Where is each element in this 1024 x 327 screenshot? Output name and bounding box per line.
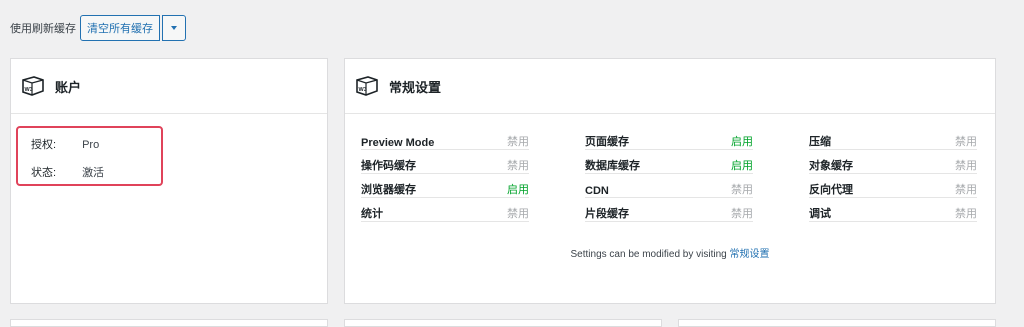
setting-name: 对象缓存	[809, 160, 853, 172]
setting-status: 启用	[507, 184, 529, 196]
setting-name: 反向代理	[809, 184, 853, 196]
setting-name: 页面缓存	[585, 136, 629, 148]
general-settings-title: 常规设置	[389, 79, 442, 95]
account-title: 账户	[55, 79, 82, 95]
setting-status: 禁用	[955, 208, 977, 220]
setting-status: 禁用	[955, 160, 977, 172]
setting-status: 禁用	[955, 136, 977, 148]
status-row: 状态: 激活	[31, 164, 104, 180]
svg-text:W3: W3	[25, 87, 33, 93]
setting-item: 页面缓存 启用	[585, 131, 753, 150]
cache-toolbar: 使用刷新缓存 清空所有缓存	[10, 14, 186, 42]
settings-footer: Settings can be modified by visiting 常规设…	[345, 245, 995, 260]
setting-status: 禁用	[507, 208, 529, 220]
setting-name: CDN	[585, 185, 609, 197]
w3-logo-icon: W3	[19, 75, 47, 97]
setting-item: 统计 禁用	[361, 203, 529, 222]
setting-item: 调试 禁用	[809, 203, 977, 222]
setting-name: Preview Mode	[361, 137, 435, 149]
general-settings-header: W3 常规设置	[345, 59, 995, 114]
setting-name: 数据库缓存	[585, 160, 640, 172]
setting-item: 反向代理 禁用	[809, 179, 977, 198]
setting-item: CDN 禁用	[585, 179, 753, 198]
account-panel-header: W3 账户	[11, 59, 327, 114]
next-panel-stub	[344, 319, 662, 327]
setting-status: 禁用	[507, 136, 529, 148]
setting-status: 禁用	[731, 184, 753, 196]
license-row: 授权: Pro	[31, 136, 99, 152]
setting-item: Preview Mode 禁用	[361, 131, 529, 150]
setting-name: 浏览器缓存	[361, 184, 416, 196]
setting-status: 启用	[731, 136, 753, 148]
setting-name: 调试	[809, 208, 831, 220]
license-value: Pro	[82, 139, 100, 151]
cache-label: 使用刷新缓存	[10, 23, 76, 35]
license-label: 授权:	[31, 139, 57, 151]
setting-item: 浏览器缓存 启用	[361, 179, 529, 198]
status-label: 状态:	[31, 167, 57, 179]
setting-item: 压缩 禁用	[809, 131, 977, 150]
setting-item: 数据库缓存 启用	[585, 155, 753, 174]
setting-item: 片段缓存 禁用	[585, 203, 753, 222]
setting-item: 对象缓存 禁用	[809, 155, 977, 174]
chevron-down-icon	[171, 26, 177, 30]
footer-text: Settings can be modified by visiting	[570, 249, 727, 260]
setting-status: 禁用	[507, 160, 529, 172]
next-panel-stub	[10, 319, 328, 327]
setting-name: 片段缓存	[585, 208, 629, 220]
setting-name: 压缩	[809, 136, 831, 148]
clear-all-cache-button[interactable]: 清空所有缓存	[80, 15, 160, 41]
next-panel-stub	[678, 319, 996, 327]
setting-status: 禁用	[955, 184, 977, 196]
setting-name: 统计	[361, 208, 383, 220]
account-panel: W3 账户 授权: Pro 状态: 激活	[10, 58, 328, 304]
status-value: 激活	[82, 167, 105, 179]
setting-status: 启用	[731, 160, 753, 172]
setting-status: 禁用	[731, 208, 753, 220]
general-settings-panel: W3 常规设置 Preview Mode 禁用 操作码缓存 禁用 浏览器缓存 启用 统计 禁用…	[344, 58, 996, 304]
setting-item: 操作码缓存 禁用	[361, 155, 529, 174]
cache-dropdown-button[interactable]	[162, 15, 186, 41]
svg-text:W3: W3	[359, 87, 367, 93]
setting-name: 操作码缓存	[361, 160, 416, 172]
w3-logo-icon: W3	[353, 75, 381, 97]
general-settings-link[interactable]: 常规设置	[729, 249, 769, 260]
